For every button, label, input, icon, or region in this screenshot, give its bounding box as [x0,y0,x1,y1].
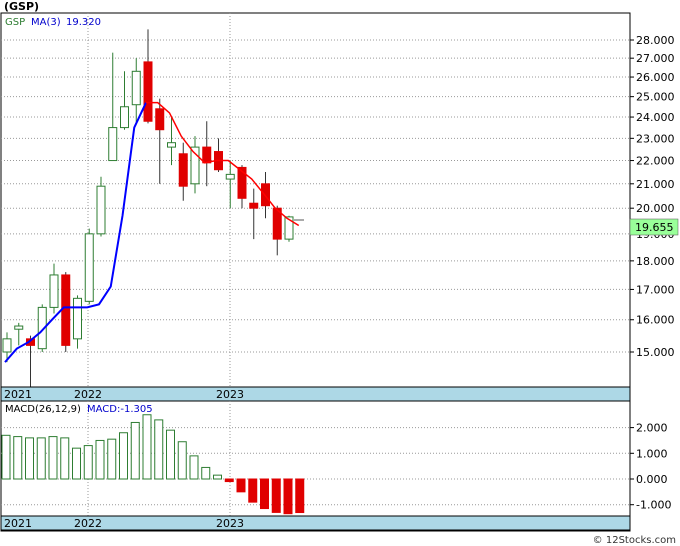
macd-bar-positive [13,436,23,480]
candle-down [178,153,188,187]
stock-chart: 28.000 27.000 26.000 25.000 24.000 23.000 22.0… [0,0,679,546]
macd-y-tick-label: 1.000 [636,447,668,460]
candle-up [131,70,141,106]
macd-y-axis: 2.000 1.000 0.000 -1.000 [630,422,671,512]
macd-x-tick-label: 2023 [216,517,244,530]
macd-bar-positive [119,432,128,480]
candle-down [155,108,165,131]
macd-y-tick-label: -1.000 [636,499,671,512]
macd-bar-positive [60,437,70,480]
macd-bar-negative [236,478,246,493]
macd-bar-positive [36,437,46,480]
price-x-tick-label: 2022 [74,388,102,401]
price-y-tick-label: 20.000 [636,202,675,215]
candle-up [14,325,24,330]
price-y-tick-label: 23.000 [636,132,675,145]
candle-up [84,233,94,302]
candle-up [2,338,12,353]
last-price-value: 19.655 [635,221,674,234]
price-y-tick-label: 28.000 [636,34,675,47]
macd-bar-negative [271,478,281,513]
macd-bar-positive [213,474,222,480]
macd-legend-label: MACD(26,12,9) [5,404,81,415]
macd-bar-positive [189,455,199,480]
macd-bar-positive [177,441,187,480]
watermark: © 12Stocks.com [593,535,676,546]
candle-up [167,142,176,148]
macd-bar-positive [142,414,152,480]
price-y-tick-label: 16.000 [636,314,675,327]
price-y-tick-label: 26.000 [636,71,675,84]
price-x-tick-label: 2021 [4,388,32,401]
price-y-tick-label: 22.000 [636,155,675,168]
macd-bar-positive [48,436,58,480]
price-y-tick-label: 21.000 [636,178,675,191]
macd-x-tick-label: 2022 [74,517,102,530]
candle-up [49,274,59,308]
macd-bar-positive [201,466,211,480]
macd-bar-positive [95,439,105,480]
macd-bar-positive [83,445,93,480]
symbol-title: (GSP) [4,0,39,13]
price-x-tick-label: 2023 [216,388,244,401]
legend-symbol: GSP [5,17,25,28]
macd-panel-frame [0,400,631,532]
macd-bar-negative [248,478,258,503]
price-y-tick-label: 25.000 [636,91,675,104]
price-y-tick-label: 27.000 [636,52,675,65]
candle-down [61,274,71,346]
macd-bar-negative [260,478,269,510]
candle-up [96,185,106,235]
candle-down [143,61,153,122]
candle-up [225,173,235,180]
macd-bar-positive [72,447,81,480]
macd-bar-positive [107,438,117,480]
macd-y-tick-label: 0.000 [636,473,668,486]
candle-up [73,297,82,340]
macd-bar-positive [130,421,140,480]
macd-bar-positive [1,434,11,480]
candle-up [108,127,118,162]
macd-bar-positive [25,437,34,480]
price-y-tick-label: 24.000 [636,111,675,124]
price-panel-frame [0,12,631,402]
macd-bar-positive [154,419,164,480]
macd-legend-value: MACD:-1.305 [87,404,153,415]
candle-down [202,146,212,164]
macd-x-tick-label: 2021 [4,517,32,530]
price-y-tick-label: 17.000 [636,283,675,296]
candle-down [249,202,259,209]
macd-bar-positive [166,429,175,480]
legend-ma-label: MA(3) [31,17,61,28]
price-y-axis: 28.000 27.000 26.000 25.000 24.000 23.000 22.0… [630,34,675,359]
legend-ma-value: 19.320 [66,17,101,28]
macd-bar-negative [283,478,293,515]
macd-y-tick-label: 2.000 [636,422,668,435]
price-y-tick-label: 15.000 [636,346,675,359]
price-y-tick-label: 18.000 [636,255,675,268]
macd-bar-negative [224,478,234,483]
candle-up [120,106,129,129]
macd-bar-negative [295,478,305,514]
